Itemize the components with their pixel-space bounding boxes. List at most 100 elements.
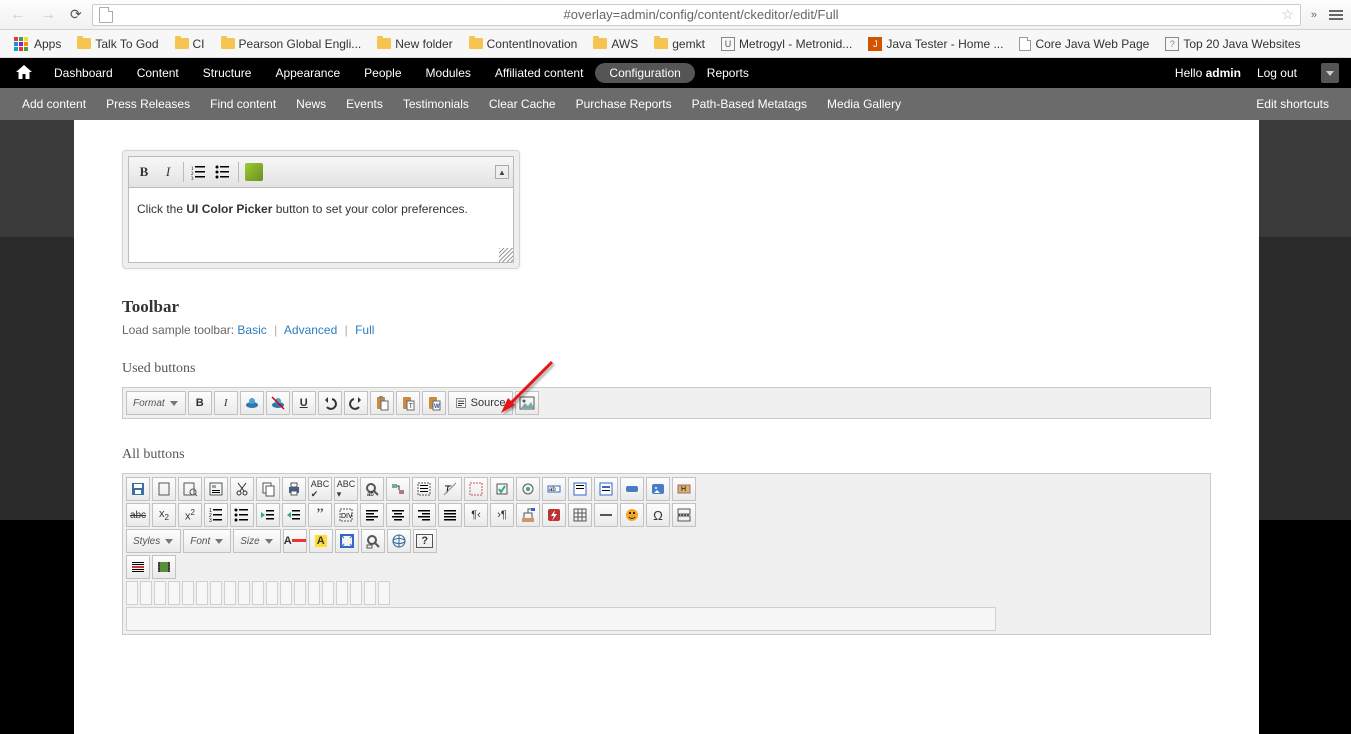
- underline-button[interactable]: U: [292, 391, 316, 415]
- imagebutton-icon[interactable]: [646, 477, 670, 501]
- ui-color-button[interactable]: [243, 161, 265, 183]
- creatediv-icon[interactable]: DIV: [334, 503, 358, 527]
- sample-advanced-link[interactable]: Advanced: [284, 323, 337, 337]
- removeformat-icon[interactable]: T: [438, 477, 462, 501]
- justifyblock-icon[interactable]: [438, 503, 462, 527]
- empty-slot[interactable]: [280, 581, 292, 605]
- justifycenter-icon[interactable]: [386, 503, 410, 527]
- undo-button[interactable]: [318, 391, 342, 415]
- empty-slot[interactable]: [238, 581, 250, 605]
- image-button[interactable]: [515, 391, 539, 415]
- admin-menu-item[interactable]: Dashboard: [42, 66, 125, 80]
- horizontalrule-icon[interactable]: [594, 503, 618, 527]
- paste-text-button[interactable]: T: [396, 391, 420, 415]
- specialchar-icon[interactable]: Ω: [646, 503, 670, 527]
- empty-slot[interactable]: [224, 581, 236, 605]
- numberedlist-icon[interactable]: 123: [204, 503, 228, 527]
- outdent-icon[interactable]: [256, 503, 280, 527]
- shortcuts-dropdown[interactable]: [1321, 63, 1339, 83]
- submenu-item[interactable]: Media Gallery: [817, 97, 911, 111]
- flash-icon[interactable]: [542, 503, 566, 527]
- bookmark-item[interactable]: AWS: [587, 34, 644, 54]
- link-button[interactable]: [240, 391, 264, 415]
- admin-menu-item[interactable]: Configuration: [595, 63, 694, 83]
- apps-button[interactable]: Apps: [8, 34, 67, 54]
- bidirtl-icon[interactable]: ›¶: [490, 503, 514, 527]
- empty-slot[interactable]: [168, 581, 180, 605]
- admin-menu-item[interactable]: Affiliated content: [483, 66, 596, 80]
- admin-menu-item[interactable]: Content: [125, 66, 191, 80]
- textcolor-icon[interactable]: A: [283, 529, 307, 553]
- bookmark-item[interactable]: New folder: [371, 34, 458, 54]
- strike-icon[interactable]: abc: [126, 503, 150, 527]
- bookmark-item[interactable]: gemkt: [648, 34, 711, 54]
- hiddenfield-icon[interactable]: H: [672, 477, 696, 501]
- bookmark-item[interactable]: Core Java Web Page: [1013, 34, 1155, 54]
- newpage-icon[interactable]: [152, 477, 176, 501]
- back-button[interactable]: ←: [6, 4, 30, 26]
- bookmark-item[interactable]: UMetrogyl - Metronid...: [715, 34, 858, 54]
- textarea-icon[interactable]: [568, 477, 592, 501]
- paste-word-button[interactable]: W: [422, 391, 446, 415]
- indent-icon[interactable]: [282, 503, 306, 527]
- select-icon[interactable]: [594, 477, 618, 501]
- admin-menu-item[interactable]: People: [352, 66, 413, 80]
- maximize-icon[interactable]: [335, 529, 359, 553]
- empty-slot[interactable]: [140, 581, 152, 605]
- iframe-icon[interactable]: [387, 529, 411, 553]
- bgcolor-icon[interactable]: A: [309, 529, 333, 553]
- empty-slot[interactable]: [322, 581, 334, 605]
- print-icon[interactable]: [282, 477, 306, 501]
- button-icon[interactable]: [620, 477, 644, 501]
- admin-menu-item[interactable]: Appearance: [263, 66, 352, 80]
- replace-icon[interactable]: [386, 477, 410, 501]
- textfield-icon[interactable]: ab: [542, 477, 566, 501]
- forward-button[interactable]: →: [36, 4, 60, 26]
- bold-button[interactable]: B: [133, 161, 155, 183]
- about-icon[interactable]: ?: [413, 529, 437, 553]
- empty-slot[interactable]: [294, 581, 306, 605]
- anchor-icon[interactable]: [516, 503, 540, 527]
- edit-shortcuts[interactable]: Edit shortcuts: [1246, 97, 1339, 111]
- empty-slot[interactable]: [196, 581, 208, 605]
- source-button[interactable]: Source: [448, 391, 513, 415]
- drupalbreak-icon[interactable]: [126, 555, 150, 579]
- empty-slot[interactable]: [364, 581, 376, 605]
- empty-slot[interactable]: [336, 581, 348, 605]
- checkbox-icon[interactable]: [490, 477, 514, 501]
- bulletedlist-icon[interactable]: [230, 503, 254, 527]
- cut-icon[interactable]: [230, 477, 254, 501]
- save-icon[interactable]: [126, 477, 150, 501]
- admin-menu-item[interactable]: Structure: [191, 66, 264, 80]
- justifyright-icon[interactable]: [412, 503, 436, 527]
- bookmark-item[interactable]: ContentInovation: [463, 34, 584, 54]
- numbered-list-button[interactable]: 123: [188, 161, 210, 183]
- scayt-icon[interactable]: ABC▾: [334, 477, 358, 501]
- empty-slot[interactable]: [126, 581, 138, 605]
- bookmark-item[interactable]: Talk To God: [71, 34, 164, 54]
- submenu-item[interactable]: News: [286, 97, 336, 111]
- justifyleft-icon[interactable]: [360, 503, 384, 527]
- empty-slot[interactable]: [266, 581, 278, 605]
- empty-slot[interactable]: [210, 581, 222, 605]
- home-icon[interactable]: [12, 65, 42, 82]
- paste-button[interactable]: [370, 391, 394, 415]
- templates-icon[interactable]: [204, 477, 228, 501]
- menu-icon[interactable]: [1327, 8, 1345, 22]
- pagebreak-icon[interactable]: [672, 503, 696, 527]
- subscript-icon[interactable]: x2: [152, 503, 176, 527]
- empty-slot[interactable]: [154, 581, 166, 605]
- ckeditor-content[interactable]: Click the UI Color Picker button to set …: [128, 187, 514, 263]
- superscript-icon[interactable]: x2: [178, 503, 202, 527]
- redo-button[interactable]: [344, 391, 368, 415]
- bookmark-item[interactable]: CI: [169, 34, 211, 54]
- bidiltr-icon[interactable]: ¶‹: [464, 503, 488, 527]
- admin-menu-item[interactable]: Reports: [695, 66, 761, 80]
- bookmark-star-icon[interactable]: ☆: [1281, 6, 1294, 23]
- sample-full-link[interactable]: Full: [355, 323, 374, 337]
- reload-button[interactable]: ⟳: [66, 4, 86, 25]
- showblocks-icon[interactable]: [361, 529, 385, 553]
- empty-row[interactable]: [126, 607, 996, 631]
- format-dropdown[interactable]: Format: [126, 391, 186, 415]
- blockquote-icon[interactable]: ”: [308, 503, 332, 527]
